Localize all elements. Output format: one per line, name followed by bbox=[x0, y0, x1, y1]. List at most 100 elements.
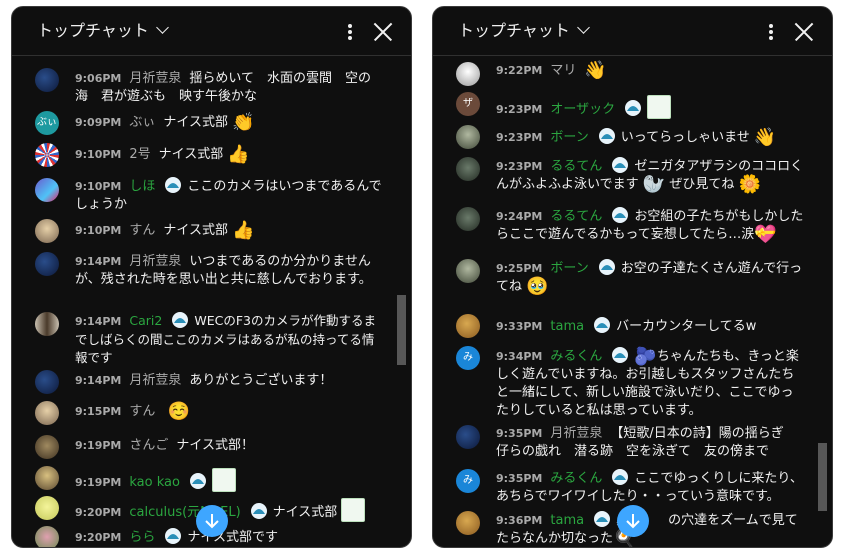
more-options-icon[interactable] bbox=[764, 22, 778, 42]
emoji: 💝 bbox=[754, 224, 777, 245]
message-time: 9:10PM bbox=[75, 180, 122, 193]
author-name[interactable]: マリ bbox=[550, 63, 576, 78]
sticker-image bbox=[341, 498, 366, 522]
emoji: 🌼 bbox=[738, 174, 761, 195]
message-time: 9:10PM bbox=[75, 224, 122, 237]
avatar[interactable] bbox=[456, 259, 480, 283]
author-name[interactable]: tama bbox=[550, 319, 584, 334]
avatar[interactable]: ぶぃ bbox=[35, 111, 59, 135]
arrow-down-icon bbox=[626, 514, 640, 529]
scroll-to-bottom-button[interactable] bbox=[196, 505, 228, 537]
author-name[interactable]: 月祈荳泉 bbox=[129, 254, 181, 269]
member-badge-icon bbox=[612, 469, 629, 485]
scrollbar-thumb[interactable] bbox=[818, 443, 827, 511]
avatar[interactable] bbox=[35, 312, 59, 336]
avatar[interactable] bbox=[35, 68, 59, 92]
chat-mode-dropdown[interactable]: トップチャット bbox=[458, 20, 590, 42]
member-badge-icon bbox=[250, 503, 267, 519]
author-name[interactable]: るるてん bbox=[550, 159, 602, 174]
message-text: ここでゆっくりしに来たり、あちらでワイワイしたり・・っていう意味です。 bbox=[496, 471, 803, 504]
message-text: ナイス式部 bbox=[163, 115, 229, 130]
author-name[interactable]: 2号 bbox=[129, 147, 150, 162]
author-name[interactable]: るるてん bbox=[550, 209, 602, 224]
avatar[interactable] bbox=[456, 125, 480, 149]
avatar[interactable]: み bbox=[456, 346, 480, 370]
message-time: 9:10PM bbox=[75, 148, 122, 161]
message-time: 9:15PM bbox=[75, 405, 122, 418]
message-time: 9:23PM bbox=[496, 160, 543, 173]
author-name[interactable]: みるくん bbox=[550, 471, 602, 486]
avatar[interactable] bbox=[35, 252, 59, 276]
author-name[interactable]: 月祈荳泉 bbox=[129, 71, 181, 86]
avatar[interactable] bbox=[35, 435, 59, 459]
avatar[interactable] bbox=[456, 207, 480, 231]
message-text: ありがとうございます！ bbox=[189, 373, 333, 388]
emoji: 👍 bbox=[227, 144, 250, 165]
avatar[interactable] bbox=[35, 143, 59, 167]
author-name[interactable]: らら bbox=[129, 530, 155, 545]
message-time: 9:20PM bbox=[75, 531, 122, 544]
author-name[interactable]: kao kao bbox=[129, 475, 180, 490]
member-badge-icon bbox=[165, 177, 182, 193]
message-time: 9:09PM bbox=[75, 116, 122, 129]
member-badge-icon bbox=[612, 347, 629, 363]
message-list[interactable]: 9:22PM マリ 👋 ザ 9:23PM オーザック 9:23PM ボーン いってらっしゃ… bbox=[433, 56, 832, 547]
emoji: 🫐 bbox=[634, 346, 657, 367]
message-text: ナイス式部！ bbox=[176, 438, 255, 453]
chat-title: トップチャット bbox=[37, 21, 149, 40]
message-time: 9:06PM bbox=[75, 72, 122, 85]
author-name[interactable]: オーザック bbox=[550, 102, 615, 117]
more-options-icon[interactable] bbox=[343, 22, 357, 42]
chevron-down-icon bbox=[155, 21, 169, 34]
message-text: バーカウンターしてるw bbox=[616, 319, 757, 334]
avatar[interactable] bbox=[456, 157, 480, 181]
avatar[interactable] bbox=[456, 62, 480, 86]
author-name[interactable]: しほ bbox=[129, 179, 155, 194]
message-time: 9:25PM bbox=[496, 262, 543, 275]
author-name[interactable]: ボーン bbox=[550, 261, 588, 276]
avatar[interactable]: ザ bbox=[456, 92, 480, 116]
message-list[interactable]: 9:06PM 月祈荳泉 揺らめいて 水面の雲間 空の海 君が遊ぶも 映す午後かな ぶ… bbox=[12, 56, 411, 547]
message-time: 9:35PM bbox=[496, 427, 543, 440]
avatar[interactable] bbox=[35, 370, 59, 394]
author-name[interactable]: tama bbox=[550, 513, 584, 528]
author-name[interactable]: さんご bbox=[129, 438, 168, 453]
avatar[interactable] bbox=[35, 401, 59, 425]
member-badge-icon bbox=[598, 128, 615, 144]
author-name[interactable]: ぶぃ bbox=[129, 115, 155, 130]
close-icon[interactable] bbox=[794, 22, 814, 42]
member-badge-icon bbox=[594, 511, 611, 527]
message-time: 9:19PM bbox=[75, 439, 122, 452]
message-time: 9:23PM bbox=[496, 131, 543, 144]
sticker-image bbox=[211, 468, 236, 492]
member-badge-icon bbox=[612, 157, 629, 173]
avatar[interactable] bbox=[35, 178, 59, 202]
avatar[interactable] bbox=[456, 511, 480, 535]
avatar[interactable] bbox=[456, 425, 480, 449]
author-name[interactable]: みるくん bbox=[550, 349, 602, 364]
member-badge-icon bbox=[625, 100, 642, 116]
author-name[interactable]: すん bbox=[129, 223, 155, 238]
author-name[interactable]: ボーン bbox=[550, 130, 588, 145]
author-name[interactable]: 月祈荳泉 bbox=[129, 373, 181, 388]
emoji: ☺️ bbox=[167, 401, 190, 422]
scrollbar-thumb[interactable] bbox=[397, 295, 406, 365]
member-badge-icon bbox=[598, 259, 615, 275]
close-icon[interactable] bbox=[373, 22, 393, 42]
author-name[interactable]: すん bbox=[129, 404, 155, 419]
avatar[interactable] bbox=[35, 219, 59, 243]
message-time: 9:35PM bbox=[496, 472, 543, 485]
scroll-to-bottom-button[interactable] bbox=[617, 505, 649, 537]
arrow-down-icon bbox=[205, 514, 219, 529]
avatar[interactable] bbox=[456, 314, 480, 338]
chat-mode-dropdown[interactable]: トップチャット bbox=[37, 20, 169, 42]
author-name[interactable]: Cari2 bbox=[129, 313, 162, 328]
avatar[interactable] bbox=[35, 526, 59, 547]
member-badge-icon bbox=[189, 473, 206, 489]
avatar[interactable] bbox=[35, 466, 59, 490]
author-name[interactable]: 月祈荳泉 bbox=[550, 426, 602, 441]
avatar[interactable]: み bbox=[456, 469, 480, 493]
emoji: 🥹 bbox=[526, 276, 549, 297]
message-time: 9:24PM bbox=[496, 210, 543, 223]
avatar[interactable] bbox=[35, 496, 59, 520]
